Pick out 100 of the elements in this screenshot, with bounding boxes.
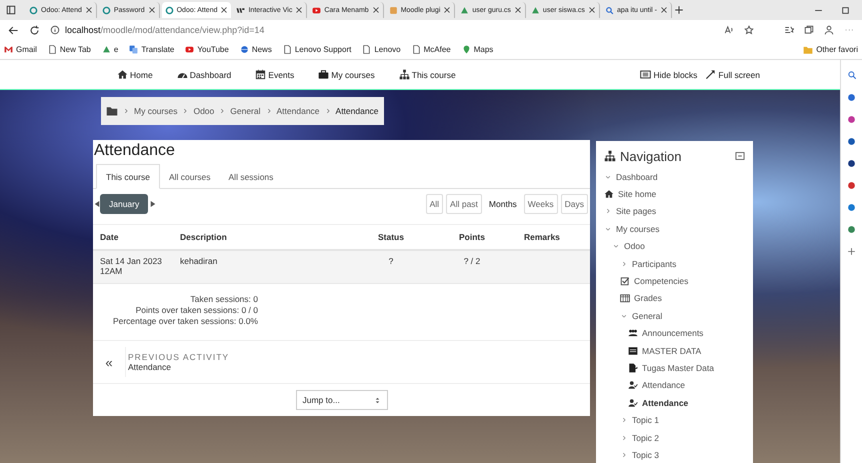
page-icon [412, 45, 421, 54]
chevron-right-icon [605, 208, 611, 214]
nav-item[interactable]: Site pages [596, 202, 753, 220]
app-icon[interactable] [847, 181, 856, 190]
view-button[interactable]: All past [446, 194, 482, 214]
nav-item[interactable]: Topic 1 [612, 411, 753, 429]
view-button[interactable]: Weeks [524, 194, 558, 214]
nav-item[interactable]: Attendance [620, 376, 753, 394]
breadcrumb-link[interactable]: My courses [134, 106, 178, 116]
site-nav-link[interactable]: Home [117, 69, 153, 80]
bookmark[interactable]: Lenovo [362, 45, 401, 54]
close-icon[interactable] [295, 6, 304, 14]
tab[interactable]: This course [96, 164, 160, 189]
table-cell: kehadiran [180, 256, 218, 266]
site-nav-link[interactable]: My courses [318, 69, 375, 80]
table-cell: ? / 2 [464, 256, 480, 266]
house-icon [604, 189, 614, 200]
close-icon[interactable] [84, 6, 93, 14]
hide-blocks-button[interactable]: Hide blocks [640, 69, 698, 80]
nav-item[interactable]: MASTER DATA [620, 342, 753, 360]
bookmark[interactable]: News [240, 45, 272, 54]
app-icon[interactable] [847, 93, 856, 102]
breadcrumb-link[interactable]: Attendance [276, 106, 320, 116]
bookmark[interactable]: Translate [129, 45, 174, 54]
address-field[interactable]: localhost/moodle/mod/attendance/view.php?id=14 [50, 25, 714, 35]
bookmark[interactable]: Maps [462, 45, 494, 54]
page-icon [282, 45, 292, 54]
site-nav-link[interactable]: Events [255, 69, 294, 80]
ring-icon [29, 6, 38, 14]
favorite-star-icon[interactable] [744, 25, 754, 35]
app-icon[interactable] [847, 137, 856, 146]
tab[interactable]: All courses [160, 164, 220, 189]
app-icon[interactable] [847, 159, 856, 168]
close-icon[interactable] [372, 6, 380, 14]
bookmark[interactable]: YouTube [185, 45, 229, 54]
bookmark[interactable]: McAfee [412, 45, 451, 54]
nav-item[interactable]: Grades [612, 290, 753, 308]
nav-item[interactable]: Topic 3 [612, 446, 753, 463]
back-arrow-icon[interactable] [8, 24, 19, 36]
reload-icon[interactable] [29, 24, 40, 36]
bars-icon [236, 6, 246, 14]
jump-to-select[interactable]: Jump to... [296, 390, 388, 410]
view-button[interactable]: Days [560, 194, 588, 214]
app-icon[interactable] [847, 115, 856, 124]
bookmark[interactable]: New Tab [48, 45, 91, 54]
nav-item[interactable]: Competencies [612, 272, 753, 290]
view-button[interactable]: Months [484, 194, 521, 214]
bookmark[interactable]: Gmail [4, 45, 37, 54]
sitemap-icon [398, 69, 410, 80]
previous-month-icon[interactable] [94, 201, 100, 207]
plus-icon[interactable] [674, 5, 684, 15]
bookmark[interactable]: e [102, 45, 118, 54]
view-button[interactable]: All [426, 194, 444, 214]
site-nav-link[interactable]: Dashboard [176, 69, 232, 80]
nav-item[interactable]: My courses [596, 220, 753, 238]
favorites-list-icon[interactable] [784, 25, 794, 35]
folder-icon [803, 44, 814, 54]
close-icon[interactable] [443, 6, 452, 14]
site-nav-link[interactable]: This course [398, 69, 456, 80]
tab-actions-icon[interactable] [6, 5, 16, 15]
close-icon[interactable] [148, 6, 156, 14]
page-icon [362, 45, 372, 54]
bookmark[interactable]: Lenovo Support [282, 45, 352, 54]
next-month-icon[interactable] [150, 201, 156, 207]
nav-item[interactable]: Tugas Master Data [620, 359, 753, 377]
chevron-right-icon [621, 260, 627, 267]
nav-item[interactable]: Dashboard [596, 168, 753, 186]
nav-item[interactable]: Attendance [620, 394, 753, 412]
nav-item[interactable]: General [612, 307, 753, 325]
chevron-right-icon [621, 452, 627, 458]
nav-item[interactable]: Odoo [604, 238, 753, 255]
chevron-down-icon [613, 243, 619, 250]
close-icon[interactable] [588, 6, 596, 14]
breadcrumb-link[interactable]: General [230, 106, 261, 116]
full-screen-button[interactable]: Full screen [705, 69, 760, 80]
page-title: Attendance [93, 141, 176, 161]
briefcase-icon [318, 69, 330, 80]
tab[interactable]: All sessions [220, 164, 282, 189]
nav-item[interactable]: Announcements [620, 324, 753, 342]
read-aloud-icon[interactable] [724, 25, 734, 35]
collections-icon[interactable] [804, 25, 814, 35]
close-icon[interactable] [514, 6, 522, 14]
nav-item[interactable]: Participants [612, 254, 753, 272]
breadcrumb-link[interactable]: Odoo [193, 106, 214, 116]
month-button[interactable]: January [100, 194, 148, 214]
nav-item[interactable]: Topic 2 [612, 428, 753, 446]
maximize-icon[interactable] [841, 6, 850, 14]
block-title: Navigation [620, 148, 682, 164]
previous-activity-link[interactable]: PREVIOUS ACTIVITY Attendance [126, 352, 230, 372]
person-icon [628, 398, 638, 408]
close-icon[interactable] [660, 6, 668, 14]
profile-icon[interactable] [824, 25, 834, 35]
bookmark-folder[interactable]: Other favori [803, 44, 858, 54]
close-icon[interactable] [220, 6, 228, 14]
table-cell: Sat 14 Jan 2023 12AM [100, 256, 162, 276]
previous-marker[interactable]: « [105, 354, 113, 370]
search-icon[interactable] [846, 70, 856, 80]
breadcrumb-link[interactable]: Attendance [336, 106, 379, 116]
collapse-icon[interactable] [735, 151, 745, 161]
nav-item[interactable]: Site home [596, 185, 753, 203]
